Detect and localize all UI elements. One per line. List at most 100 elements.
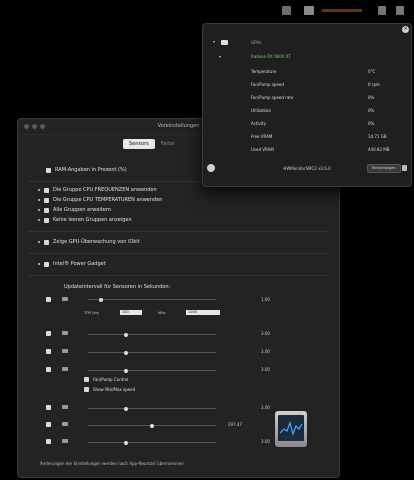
slider-track[interactable] <box>88 352 216 353</box>
slider-value: 3.00 <box>261 367 270 372</box>
row-label: Activity <box>251 121 266 126</box>
option-intel-power-gadget[interactable]: Intel® Power Gadget <box>38 261 106 267</box>
checkbox[interactable] <box>46 349 51 354</box>
row-label: Free VRAM <box>251 134 273 139</box>
option-label: Fan/Pump Control <box>93 377 129 382</box>
slider-value: 3.00 <box>261 439 270 444</box>
show-min-max-option[interactable]: Show Min/Max speed <box>84 387 135 392</box>
checkbox[interactable] <box>44 261 49 267</box>
checkbox[interactable] <box>84 377 89 382</box>
option-hide-empty[interactable]: Keine leeren Gruppen anzeigen <box>38 217 132 223</box>
slider-knob[interactable] <box>124 350 129 355</box>
option-cpu-freq[interactable]: Die Gruppe CPU FREQUENZEN anwenden <box>38 187 157 193</box>
slider-knob[interactable] <box>124 440 129 445</box>
bullet-icon <box>38 189 40 191</box>
close-icon[interactable]: × <box>402 26 409 33</box>
menu-bar <box>0 0 414 22</box>
option-expand-all[interactable]: Alle Gruppen erweitern <box>38 207 111 213</box>
slider-value: 3.00 <box>261 331 270 336</box>
fan-pump-control-option[interactable]: Fan/Pump Control <box>84 377 128 382</box>
gpu-popover: × ▾ GPUs ▾ Radeon RX 6600 XT Temperature… <box>202 23 412 187</box>
tab-bar: Sensors Farbe <box>123 139 181 149</box>
bullet-icon <box>38 241 40 243</box>
checkbox[interactable] <box>84 387 89 392</box>
bullet-icon <box>38 263 40 265</box>
mhz-input[interactable]: 1000 <box>186 310 220 315</box>
option-cpu-temp[interactable]: Die Gruppe CPU TEMPERATUREN anwenden <box>38 197 162 203</box>
top-input[interactable]: 100 <box>120 310 142 315</box>
option-label: Intel® Power Gadget <box>53 261 106 267</box>
option-label: Alle Gruppen erweitern <box>53 207 112 213</box>
chevron-down-icon[interactable]: ▾ <box>219 54 221 59</box>
lock-icon[interactable] <box>402 165 407 171</box>
restart-note: Änderungen der Einstellungen werden nach… <box>40 461 184 466</box>
option-label: Die Gruppe CPU TEMPERATUREN anwenden <box>53 197 163 203</box>
memory-sensor-icon <box>62 349 68 353</box>
slider-knob[interactable] <box>124 368 129 373</box>
tab-sensors[interactable]: Sensors <box>123 139 155 149</box>
slider-track[interactable] <box>88 299 216 300</box>
tab-farbe[interactable]: Farbe <box>155 139 181 149</box>
slider-value: 1.00 <box>261 297 270 302</box>
checkbox[interactable] <box>44 217 49 223</box>
row-value: 0°C <box>368 69 376 74</box>
slider-knob[interactable] <box>150 423 154 428</box>
checkbox[interactable] <box>46 439 51 444</box>
row-value: 14.71 GB <box>368 134 387 139</box>
slider-knob[interactable] <box>124 332 129 337</box>
slider-track[interactable] <box>88 408 216 409</box>
slider-value: 3.00 <box>261 405 270 410</box>
network-sensor-icon <box>62 422 68 426</box>
row-value: 0% <box>368 95 375 100</box>
divider <box>28 275 328 276</box>
bullet-icon <box>38 209 40 211</box>
checkbox[interactable] <box>46 422 51 427</box>
checkbox[interactable] <box>44 239 49 245</box>
slider-track[interactable] <box>88 370 216 371</box>
option-label: RAM-Angaben in Prozent (%) <box>55 167 127 173</box>
row-label: Fan/Pump speed rate <box>251 95 294 100</box>
checkbox[interactable] <box>46 367 51 372</box>
bullet-icon <box>38 219 40 221</box>
cpu-monitor-icon[interactable] <box>282 6 291 15</box>
row-value: 0% <box>368 121 375 126</box>
row-label: Fan/Pump speed <box>251 82 284 87</box>
checkbox[interactable] <box>46 297 51 302</box>
bullet-icon <box>38 199 40 201</box>
slider-track[interactable] <box>88 442 216 443</box>
divider <box>28 253 328 254</box>
slider-knob[interactable] <box>124 406 129 411</box>
slider-track[interactable] <box>88 334 216 335</box>
checkbox[interactable] <box>44 197 49 203</box>
chevron-down-icon[interactable]: ▾ <box>213 39 215 44</box>
checkbox[interactable] <box>46 331 51 336</box>
gpu-monitor-icon[interactable] <box>304 6 314 15</box>
checkbox[interactable] <box>44 187 49 193</box>
row-value: 440.82 MB <box>368 147 390 152</box>
option-label: Show Min/Max speed <box>93 387 136 392</box>
divider <box>28 231 328 232</box>
checkbox[interactable] <box>46 167 51 173</box>
checkbox[interactable] <box>46 405 51 410</box>
update-interval-header: Updateintervall für Sensoren in Sekunden… <box>64 284 171 290</box>
row-value: 0 rpm <box>368 82 380 87</box>
checkbox[interactable] <box>44 207 49 213</box>
option-gpu-iokit[interactable]: Zeige GPU-Überwachung von IOkit <box>38 239 140 245</box>
option-label: Die Gruppe CPU FREQUENZEN anwenden <box>53 187 157 193</box>
row-value: 0% <box>368 108 375 113</box>
option-label: Zeige GPU-Überwachung von IOkit <box>53 239 140 245</box>
sensor-graph-icon[interactable] <box>320 6 365 15</box>
slider-knob[interactable] <box>98 297 103 302</box>
group-name: GPUs <box>251 40 262 45</box>
row-label: Temperature <box>251 69 277 74</box>
hwmonitor-app-icon <box>275 411 307 447</box>
gpu-sensor-icon <box>62 331 68 335</box>
preferences-button[interactable]: Einstellungen <box>367 164 401 173</box>
top-label: TOP (kb) <box>84 311 100 315</box>
cpu-sensor-icon <box>62 297 68 301</box>
option-ram-percent[interactable]: RAM-Angaben in Prozent (%) <box>46 167 127 173</box>
network-icon[interactable] <box>378 6 386 15</box>
drive-sensor-icon <box>62 405 68 409</box>
slider-value: 297.47 <box>228 422 242 427</box>
battery-icon[interactable] <box>396 6 404 15</box>
